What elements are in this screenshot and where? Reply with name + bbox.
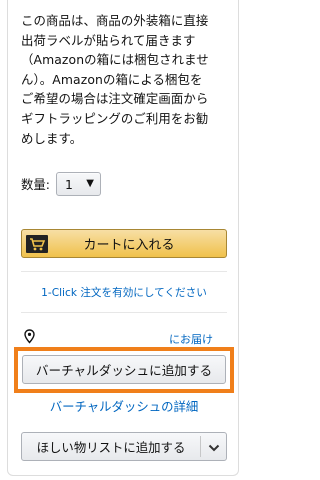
add-to-virtual-dash-button[interactable]: バーチャルダッシュに追加する xyxy=(22,355,226,384)
notice-line: ご希望の場合は注文確定画面から xyxy=(21,91,209,107)
deliver-to-link[interactable]: にお届け xyxy=(169,331,213,347)
add-to-cart-label: カートに入れる xyxy=(83,238,175,253)
divider xyxy=(21,271,227,272)
add-to-cart-button[interactable]: カートに入れる xyxy=(21,229,227,258)
location-pin-icon xyxy=(24,329,35,348)
wishlist-dropdown-button[interactable] xyxy=(201,433,226,460)
add-to-wishlist-button[interactable]: ほしい物リストに追加する xyxy=(22,433,200,460)
divider xyxy=(21,312,227,313)
notice-line: この商品は、商品の外装箱に直接 xyxy=(21,13,209,28)
quantity-value: 1 xyxy=(64,176,73,192)
notice-line: 出荷ラベルが貼られて届きます xyxy=(21,32,196,48)
virtual-dash-details-link[interactable]: バーチャルダッシュの詳細 xyxy=(14,397,234,415)
chevron-down-icon xyxy=(208,437,220,456)
enable-one-click-link[interactable]: 1-Click 注文を有効にしてください xyxy=(21,285,227,300)
quantity-label: 数量: xyxy=(21,177,50,192)
delivery-row: にお届け xyxy=(21,329,227,348)
notice-line: （Amazonの箱には梱包されませ xyxy=(21,52,209,68)
caret-down-icon: ▼ xyxy=(86,178,94,189)
notice-line: めします。 xyxy=(21,130,83,146)
quantity-row: 数量: 1 ▼ xyxy=(21,172,101,196)
shipping-notice: この商品は、商品の外装箱に直接 出荷ラベルが貼られて届きます （Amazonの箱… xyxy=(21,11,231,148)
quantity-select[interactable]: 1 ▼ xyxy=(55,172,101,196)
add-to-wishlist-button-group: ほしい物リストに追加する xyxy=(21,432,227,461)
cart-icon xyxy=(22,230,52,257)
notice-line: ん）。Amazonの箱による梱包を xyxy=(21,71,203,87)
notice-line: ギフトラッピングのご利用をお勧 xyxy=(21,110,209,126)
